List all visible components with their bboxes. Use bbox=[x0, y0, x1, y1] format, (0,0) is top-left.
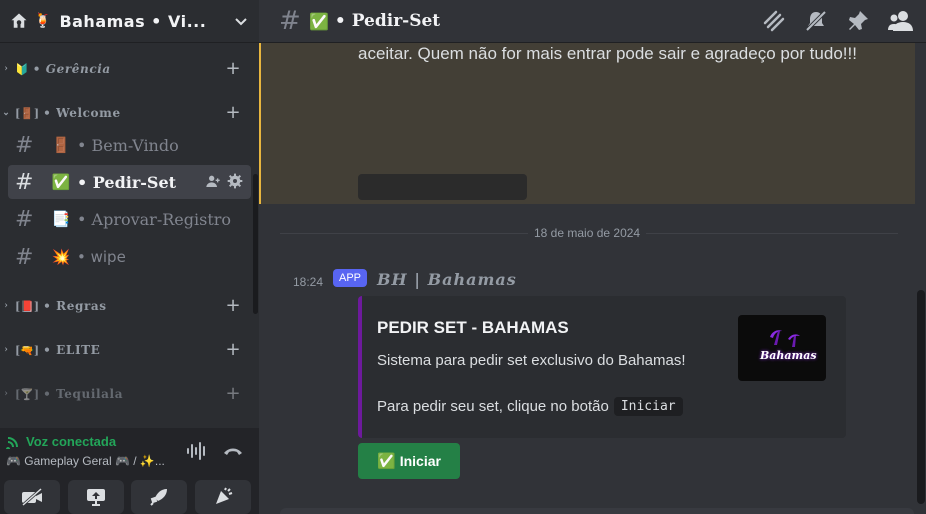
category-emoji: 🔰 bbox=[15, 62, 29, 76]
channel-name: • Bem-Vindo bbox=[77, 135, 179, 155]
voice-status-label: Voz conectada bbox=[26, 434, 117, 449]
channel-item-pedir-set[interactable]: # ✅ • Pedir-Set bbox=[8, 165, 251, 199]
screen-share-icon bbox=[85, 487, 107, 507]
category-emoji: [🍸] bbox=[15, 387, 40, 401]
message-timestamp[interactable]: 18:24 bbox=[293, 275, 323, 289]
category-regras[interactable]: › [📕] • Regras + bbox=[0, 295, 259, 317]
app-badge: APP bbox=[333, 269, 367, 287]
server-name: Bahamas • Vi... bbox=[59, 11, 207, 31]
category-welcome[interactable]: ⌄ [🚪] • Welcome + bbox=[0, 102, 259, 124]
message-text: aceitar. Quem não for mais entrar pode s… bbox=[358, 44, 857, 63]
channel-name: • wipe bbox=[77, 248, 126, 266]
chevron-down-icon: ⌄ bbox=[2, 108, 10, 118]
voice-channel-name[interactable]: 🎮 Gameplay Geral 🎮 / ✨... bbox=[6, 454, 165, 468]
discord-window: 🍹 Bahamas • Vi... › 🔰 • Gerência + ⌄ [🚪]… bbox=[0, 0, 926, 514]
camera-off-icon bbox=[21, 488, 43, 506]
inline-code: Iniciar bbox=[613, 397, 683, 416]
add-channel-icon[interactable]: + bbox=[225, 339, 241, 361]
member-list-icon[interactable] bbox=[888, 9, 914, 33]
chevron-right-icon: › bbox=[4, 301, 8, 311]
embed-thumbnail[interactable]: Bahamas bbox=[738, 315, 826, 381]
check-emoji: ✅ bbox=[377, 453, 396, 470]
channel-name: • Pedir-Set bbox=[77, 172, 177, 192]
activities-button[interactable] bbox=[131, 480, 187, 514]
message-composer-edge bbox=[280, 508, 914, 514]
text-channel-locked-icon: # bbox=[15, 132, 34, 158]
check-emoji: ✅ bbox=[51, 173, 71, 191]
house-icon bbox=[10, 12, 28, 30]
voice-status[interactable]: Voz conectada bbox=[6, 434, 116, 449]
sidebar-scrollbar[interactable] bbox=[253, 174, 258, 314]
add-channel-icon[interactable]: + bbox=[225, 58, 241, 80]
channel-header: # ✅ • Pedir-Set bbox=[259, 0, 926, 43]
category-emoji: [🚪] bbox=[15, 106, 40, 120]
chat-scrollbar[interactable] bbox=[917, 290, 925, 504]
date-label: 18 de maio de 2024 bbox=[528, 226, 647, 240]
text-channel-icon: # bbox=[15, 169, 34, 195]
channel-item-bem-vindo[interactable]: # 🚪 • Bem-Vindo bbox=[8, 128, 251, 162]
category-label: • ELITE bbox=[43, 343, 101, 357]
invite-icon[interactable] bbox=[205, 173, 221, 189]
channel-item-aprovar-registro[interactable]: # 📑 • Aprovar-Registro bbox=[8, 202, 251, 236]
add-channel-icon[interactable]: + bbox=[225, 295, 241, 317]
embed-title: PEDIR SET - BAHAMAS bbox=[377, 318, 569, 337]
add-channel-icon[interactable]: + bbox=[225, 383, 241, 405]
chevron-right-icon: › bbox=[4, 345, 8, 355]
disconnect-icon[interactable] bbox=[222, 441, 244, 461]
start-button-label: Iniciar bbox=[399, 453, 441, 469]
category-label: • Tequilala bbox=[43, 387, 124, 401]
date-divider: 18 de maio de 2024 bbox=[280, 224, 898, 244]
text-channel-locked-icon: # bbox=[15, 206, 34, 232]
start-button[interactable]: ✅ Iniciar bbox=[358, 443, 460, 479]
category-label: • Regras bbox=[43, 299, 107, 313]
door-emoji: 🚪 bbox=[51, 136, 71, 154]
category-elite[interactable]: › [🔫] • ELITE + bbox=[0, 339, 259, 361]
category-label: • Gerência bbox=[32, 62, 111, 76]
channel-actions bbox=[205, 173, 243, 189]
category-tequilala[interactable]: › [🍸] • Tequilala + bbox=[0, 383, 259, 405]
chevron-right-icon: › bbox=[4, 64, 8, 74]
notifications-muted-icon[interactable] bbox=[804, 9, 828, 33]
channel-emoji: ✅ bbox=[309, 11, 329, 31]
channel-title: • Pedir-Set bbox=[334, 11, 441, 31]
camera-button[interactable] bbox=[4, 480, 60, 514]
screen-share-button[interactable] bbox=[68, 480, 124, 514]
soundboard-button[interactable] bbox=[195, 480, 251, 514]
embed-description: Sistema para pedir set exclusivo do Baha… bbox=[377, 352, 686, 369]
embed-instruction: Para pedir seu set, clique no botão Inic… bbox=[377, 397, 683, 416]
thumbnail-logo-text: Bahamas bbox=[760, 349, 817, 362]
category-gerencia[interactable]: › 🔰 • Gerência + bbox=[0, 58, 259, 80]
message-author[interactable]: BH | Bahamas bbox=[377, 270, 517, 289]
gear-icon[interactable] bbox=[227, 173, 243, 189]
channel-name: • Aprovar-Registro bbox=[77, 209, 232, 229]
pin-icon[interactable] bbox=[846, 9, 870, 33]
embed-instruction-text: Para pedir seu set, clique no botão bbox=[377, 398, 609, 415]
document-emoji: 📑 bbox=[51, 210, 71, 228]
text-channel-icon: # bbox=[279, 6, 301, 36]
chevron-down-icon[interactable] bbox=[233, 13, 249, 29]
category-emoji: [🔫] bbox=[15, 343, 40, 357]
soundboard-icon bbox=[213, 487, 233, 507]
category-label: • Welcome bbox=[43, 106, 121, 120]
redacted-bar bbox=[358, 174, 527, 200]
category-emoji: [📕] bbox=[15, 299, 40, 313]
server-header[interactable]: 🍹 Bahamas • Vi... bbox=[0, 0, 259, 43]
signal-icon bbox=[6, 435, 22, 449]
noise-suppression-icon[interactable] bbox=[186, 441, 208, 461]
rocket-icon bbox=[149, 487, 169, 507]
channel-sidebar: 🍹 Bahamas • Vi... › 🔰 • Gerência + ⌄ [🚪]… bbox=[0, 0, 259, 514]
collision-emoji: 💥 bbox=[51, 248, 71, 266]
add-channel-icon[interactable]: + bbox=[225, 102, 241, 124]
chevron-right-icon: › bbox=[4, 389, 8, 399]
channel-item-wipe[interactable]: # 💥 • wipe bbox=[8, 240, 251, 274]
threads-icon[interactable] bbox=[762, 9, 786, 33]
server-emoji: 🍹 bbox=[34, 13, 52, 29]
text-channel-locked-icon: # bbox=[15, 244, 34, 270]
